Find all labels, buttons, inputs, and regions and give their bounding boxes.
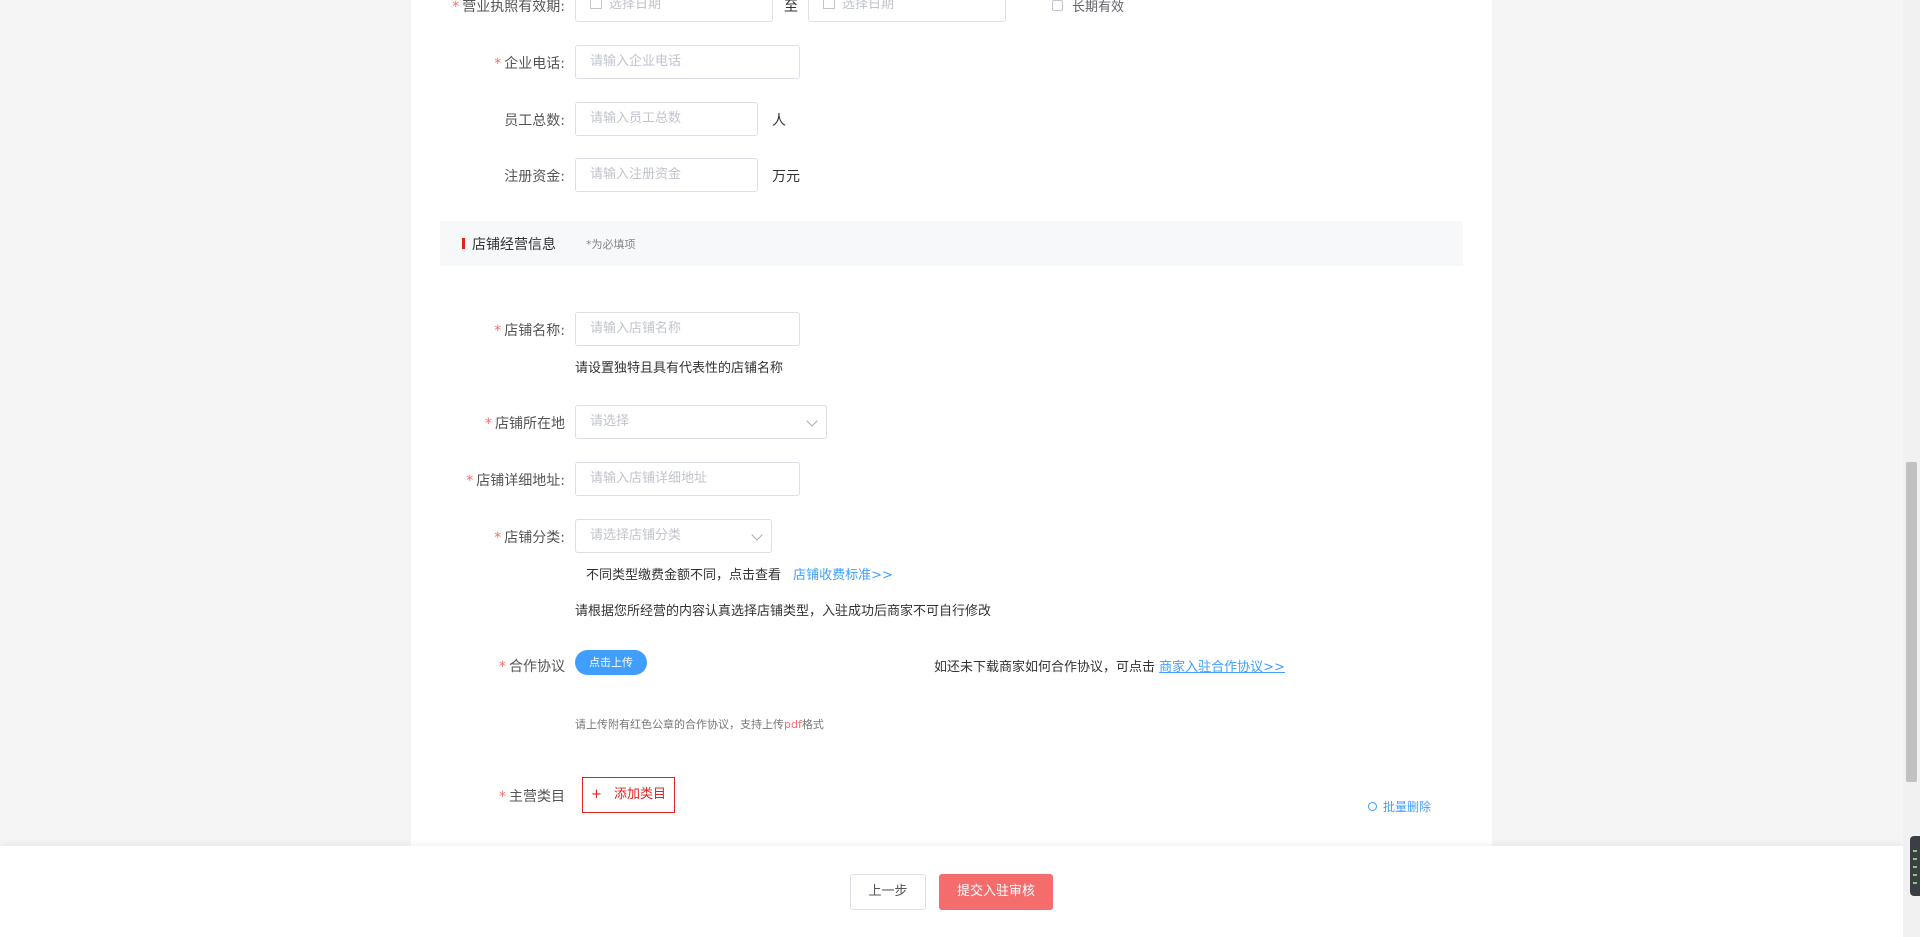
required-mark: * — [499, 789, 506, 805]
section-title: 店铺经营信息 — [472, 237, 556, 253]
date-separator: 至 — [784, 0, 798, 15]
required-mark: * — [494, 56, 502, 72]
long-term-label[interactable]: 长期有效 — [1072, 0, 1124, 15]
store-name-hint: 请设置独特且具有代表性的店铺名称 — [575, 361, 784, 376]
batch-delete-button[interactable]: 批量删除 — [1368, 798, 1431, 815]
add-category-button[interactable]: + 添加类目 — [582, 777, 675, 813]
store-address-label: * 店铺详细地址: — [466, 473, 565, 489]
submit-review-button[interactable]: 提交入驻审核 — [939, 874, 1053, 910]
fee-standard-link[interactable]: 店铺收费标准>> — [793, 568, 893, 583]
settings-icon — [1368, 802, 1377, 811]
previous-step-button[interactable]: 上一步 — [850, 874, 926, 910]
agreement-label: * 合作协议 — [499, 659, 565, 675]
license-end-date-input[interactable]: 选择日期 — [808, 0, 1006, 22]
registered-capital-input[interactable]: 请输入注册资金 — [575, 158, 758, 192]
chevron-down-icon — [806, 415, 818, 427]
company-phone-label: * 企业电话: — [494, 56, 565, 72]
required-mark: * — [499, 659, 506, 675]
long-term-checkbox[interactable] — [1052, 0, 1063, 11]
plus-icon: + — [591, 787, 602, 802]
section-accent-bar — [462, 238, 465, 249]
store-address-input[interactable]: 请输入店铺详细地址 — [575, 462, 800, 496]
employee-count-unit: 人 — [772, 113, 786, 129]
required-mark: * — [466, 473, 474, 489]
calendar-icon — [823, 0, 835, 9]
form-card — [411, 0, 1492, 860]
store-location-label: * 店铺所在地 — [485, 416, 565, 432]
registered-capital-unit: 万元 — [772, 169, 800, 185]
required-mark: * — [485, 416, 492, 432]
required-mark: * — [494, 530, 502, 546]
license-validity-label: * 营业执照有效期: — [452, 0, 565, 15]
calendar-icon — [590, 0, 602, 9]
employee-count-input[interactable]: 请输入员工总数 — [575, 102, 758, 136]
license-start-date-input[interactable]: 选择日期 — [575, 0, 773, 22]
required-mark: * — [452, 0, 460, 15]
store-category-hint: 请根据您所经营的内容认真选择店铺类型，入驻成功后商家不可自行修改 — [575, 604, 992, 619]
store-name-label: * 店铺名称: — [494, 323, 565, 339]
store-category-select[interactable]: 请选择店铺分类 — [575, 519, 772, 553]
agreement-download-link[interactable]: 商家入驻合作协议>> — [1159, 660, 1285, 675]
main-category-label: * 主营类目 — [499, 789, 565, 805]
employee-count-label: 员工总数: — [504, 113, 565, 129]
company-phone-input[interactable]: 请输入企业电话 — [575, 45, 800, 79]
store-location-select[interactable]: 请选择 — [575, 405, 827, 439]
store-category-label: * 店铺分类: — [494, 530, 565, 546]
agreement-upload-hint: 请上传附有红色公章的合作协议，支持上传pdf格式 — [575, 718, 824, 731]
store-name-input[interactable]: 请输入店铺名称 — [575, 312, 800, 346]
floating-widget-tab[interactable] — [1910, 836, 1920, 896]
chevron-down-icon — [751, 529, 763, 541]
registered-capital-label: 注册资金: — [504, 169, 565, 185]
required-mark: * — [494, 323, 502, 339]
agreement-download-hint: 如还未下载商家如何合作协议，可点击 商家入驻合作协议>> — [934, 660, 1285, 675]
scrollbar-thumb[interactable] — [1906, 462, 1917, 782]
category-fee-hint: 不同类型缴费金额不同，点击查看 店铺收费标准>> — [586, 568, 893, 583]
store-info-section-header: 店铺经营信息 *为必填项 — [440, 221, 1463, 266]
required-note: *为必填项 — [586, 238, 636, 251]
upload-button[interactable]: 点击上传 — [575, 650, 647, 675]
